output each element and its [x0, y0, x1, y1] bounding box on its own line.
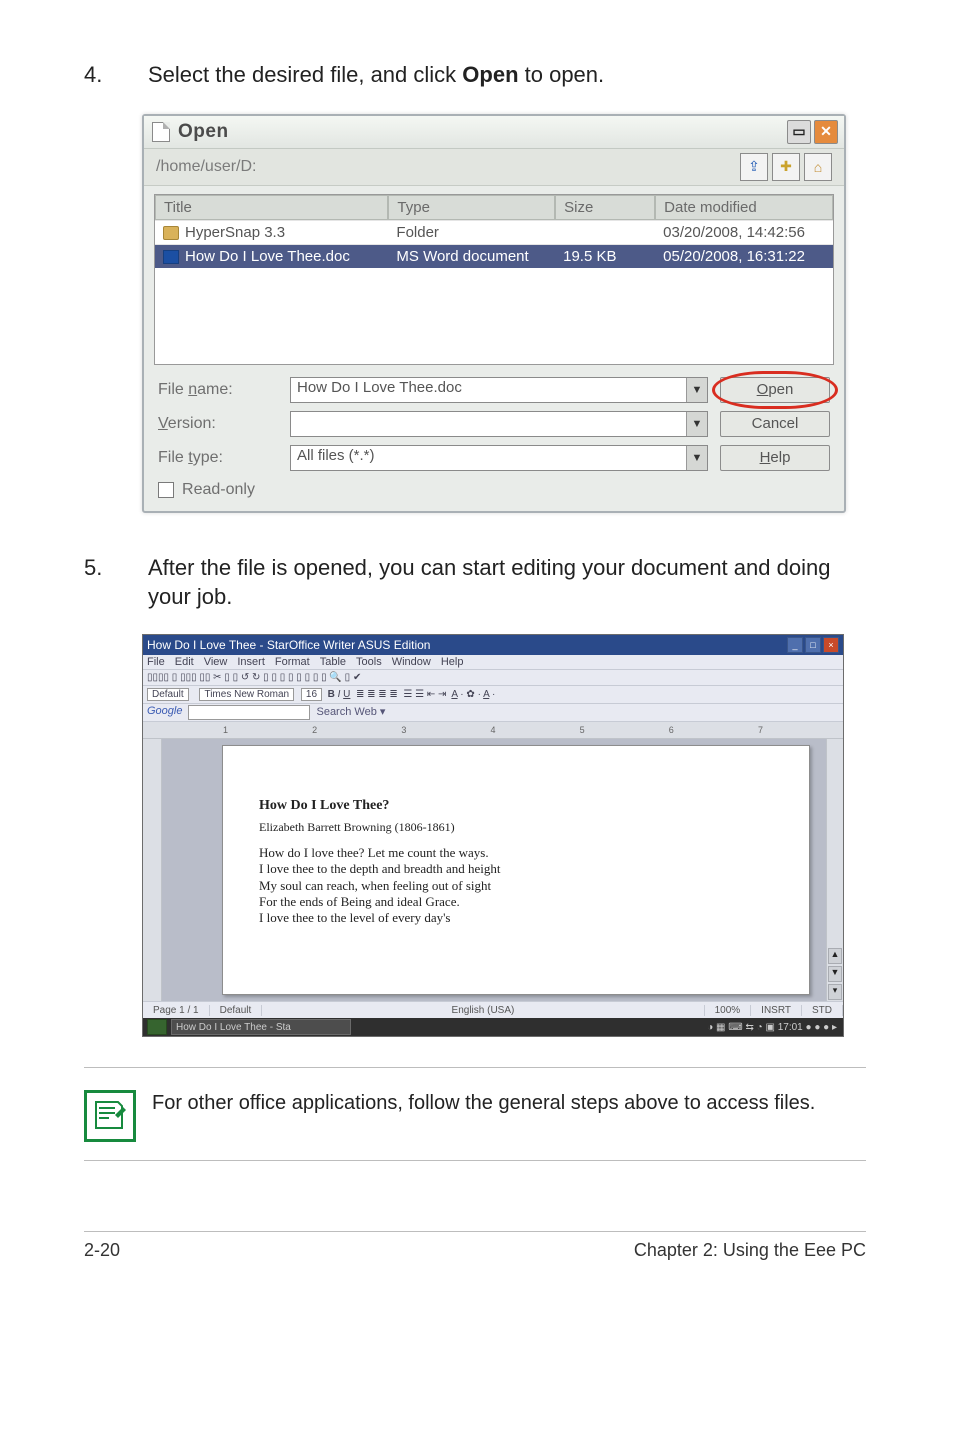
menu-item[interactable]: File	[147, 656, 165, 668]
note-icon	[84, 1090, 136, 1142]
col-date[interactable]: Date modified	[655, 195, 833, 220]
home-icon[interactable]: ⌂	[804, 153, 832, 181]
status-page: Page 1 / 1	[143, 1005, 210, 1016]
doc-author: Elizabeth Barrett Browning (1806-1861)	[259, 820, 773, 835]
menu-item[interactable]: Window	[392, 656, 431, 668]
read-only-checkbox[interactable]	[158, 482, 174, 498]
step-5: 5. After the file is opened, you can sta…	[84, 553, 866, 612]
step-4: 4. Select the desired file, and click Op…	[84, 60, 866, 90]
up-folder-icon[interactable]: ⇪	[740, 153, 768, 181]
dialog-titlebar: Open ▭ ✕	[144, 116, 844, 149]
toolbar-2[interactable]: Default Times New Roman 16 B I U ≣ ≣ ≣ ≣…	[143, 686, 843, 704]
file-name-row: File name: How Do I Love Thee.doc ▼ Open	[144, 373, 844, 407]
path-text: /home/user/D:	[156, 158, 736, 176]
start-button-icon[interactable]	[147, 1019, 167, 1035]
open-button[interactable]: Open	[720, 377, 830, 403]
writer-window: How Do I Love Thee - StarOffice Writer A…	[142, 634, 844, 1037]
note-text: For other office applications, follow th…	[152, 1090, 815, 1117]
menu-item[interactable]: View	[204, 656, 228, 668]
minimize-button[interactable]: _	[787, 637, 803, 653]
menu-item[interactable]: Format	[275, 656, 310, 668]
taskbar-item[interactable]: How Do I Love Thee - Sta	[171, 1019, 351, 1035]
version-input[interactable]: ▼	[290, 411, 708, 437]
cancel-button[interactable]: Cancel	[720, 411, 830, 437]
step-number: 5.	[84, 553, 148, 612]
path-row: /home/user/D: ⇪ ✚ ⌂	[144, 149, 844, 186]
file-type-label: File type:	[158, 449, 278, 467]
version-label: Version:	[158, 415, 278, 433]
taskbar[interactable]: How Do I Love Thee - Sta ◑ ▦ ⌨ ⇆ ◔ ▣ 17:…	[143, 1018, 843, 1036]
file-row[interactable]: HyperSnap 3.3 Folder 03/20/2008, 14:42:5…	[155, 220, 833, 244]
word-doc-icon	[163, 250, 179, 264]
font-combo[interactable]: Times New Roman	[199, 688, 294, 701]
menu-item[interactable]: Insert	[237, 656, 265, 668]
read-only-row: Read-only	[144, 475, 844, 511]
status-lang: English (USA)	[262, 1005, 704, 1016]
status-zoom: 100%	[705, 1005, 752, 1016]
google-toolbar[interactable]: Google Search Web ▾	[143, 704, 843, 722]
page-footer: 2-20 Chapter 2: Using the Eee PC	[84, 1240, 866, 1261]
menu-item[interactable]: Edit	[175, 656, 194, 668]
vertical-scrollbar[interactable]: ▲ ▼ ▾	[826, 739, 843, 1001]
folder-icon	[163, 226, 179, 240]
system-tray[interactable]: ◑ ▦ ⌨ ⇆ ◔ ▣ 17:01 ● ● ● ▸	[701, 1022, 843, 1033]
close-button[interactable]: ×	[823, 637, 839, 653]
status-style: Default	[210, 1005, 263, 1016]
horizontal-ruler: 1 2 3 4 5 6 7	[143, 722, 843, 739]
writer-titlebar: How Do I Love Thee - StarOffice Writer A…	[143, 635, 843, 655]
help-button[interactable]: Help	[720, 445, 830, 471]
dialog-title: Open	[178, 121, 784, 143]
col-title[interactable]: Title	[155, 195, 388, 220]
maximize-button[interactable]: □	[805, 637, 821, 653]
chevron-down-icon[interactable]: ▼	[686, 446, 707, 470]
toolbar-1[interactable]: ▯▯▯▯ ▯ ▯▯▯ ▯▯ ✂ ▯ ▯ ↺ ↻ ▯ ▯ ▯ ▯ ▯ ▯ ▯ ▯ …	[143, 670, 843, 686]
doc-line: I love thee to the depth and breadth and…	[259, 861, 773, 877]
google-search-input[interactable]	[188, 705, 310, 720]
google-logo-icon: Google	[147, 705, 182, 720]
close-button[interactable]: ✕	[814, 120, 838, 144]
vertical-ruler	[143, 739, 162, 1001]
document-icon	[152, 122, 170, 142]
file-list-header: Title Type Size Date modified	[155, 195, 833, 220]
doc-line: I love thee to the level of every day's	[259, 910, 773, 926]
step-text: After the file is opened, you can start …	[148, 553, 866, 612]
chevron-down-icon[interactable]: ▼	[686, 412, 707, 436]
open-dialog: Open ▭ ✕ /home/user/D: ⇪ ✚ ⌂ Title Type …	[142, 114, 846, 513]
doc-heading: How Do I Love Thee?	[259, 798, 773, 814]
chevron-down-icon[interactable]: ▼	[686, 378, 707, 402]
document-area: How Do I Love Thee? Elizabeth Barrett Br…	[143, 739, 843, 1001]
status-bar: Page 1 / 1 Default English (USA) 100% IN…	[143, 1001, 843, 1018]
version-row: Version: ▼ Cancel	[144, 407, 844, 441]
footer-page-number: 2-20	[84, 1240, 634, 1261]
status-std: STD	[802, 1005, 843, 1016]
file-list[interactable]: Title Type Size Date modified HyperSnap …	[154, 194, 834, 365]
file-name-label: File name:	[158, 381, 278, 399]
footer-chapter: Chapter 2: Using the Eee PC	[634, 1240, 866, 1261]
note-box: For other office applications, follow th…	[84, 1080, 866, 1161]
document-page[interactable]: How Do I Love Thee? Elizabeth Barrett Br…	[222, 745, 810, 995]
file-row[interactable]: How Do I Love Thee.doc MS Word document …	[155, 244, 833, 268]
status-insert: INSRT	[751, 1005, 802, 1016]
step-number: 4.	[84, 60, 148, 90]
menu-item[interactable]: Table	[320, 656, 346, 668]
menu-item[interactable]: Tools	[356, 656, 382, 668]
search-web-label[interactable]: Search Web ▾	[316, 705, 385, 720]
col-size[interactable]: Size	[555, 195, 655, 220]
file-type-row: File type: All files (*.*) ▼ Help	[144, 441, 844, 475]
new-folder-icon[interactable]: ✚	[772, 153, 800, 181]
step-text: Select the desired file, and click Open …	[148, 60, 866, 90]
menubar[interactable]: File Edit View Insert Format Table Tools…	[143, 655, 843, 670]
font-size-combo[interactable]: 16	[301, 688, 322, 701]
file-name-input[interactable]: How Do I Love Thee.doc ▼	[290, 377, 708, 403]
doc-line: For the ends of Being and ideal Grace.	[259, 894, 773, 910]
menu-item[interactable]: Help	[441, 656, 464, 668]
minimize-button[interactable]: ▭	[787, 120, 811, 144]
col-type[interactable]: Type	[388, 195, 555, 220]
file-type-input[interactable]: All files (*.*) ▼	[290, 445, 708, 471]
doc-line: How do I love thee? Let me count the way…	[259, 845, 773, 861]
doc-line: My soul can reach, when feeling out of s…	[259, 878, 773, 894]
style-combo[interactable]: Default	[147, 688, 189, 701]
